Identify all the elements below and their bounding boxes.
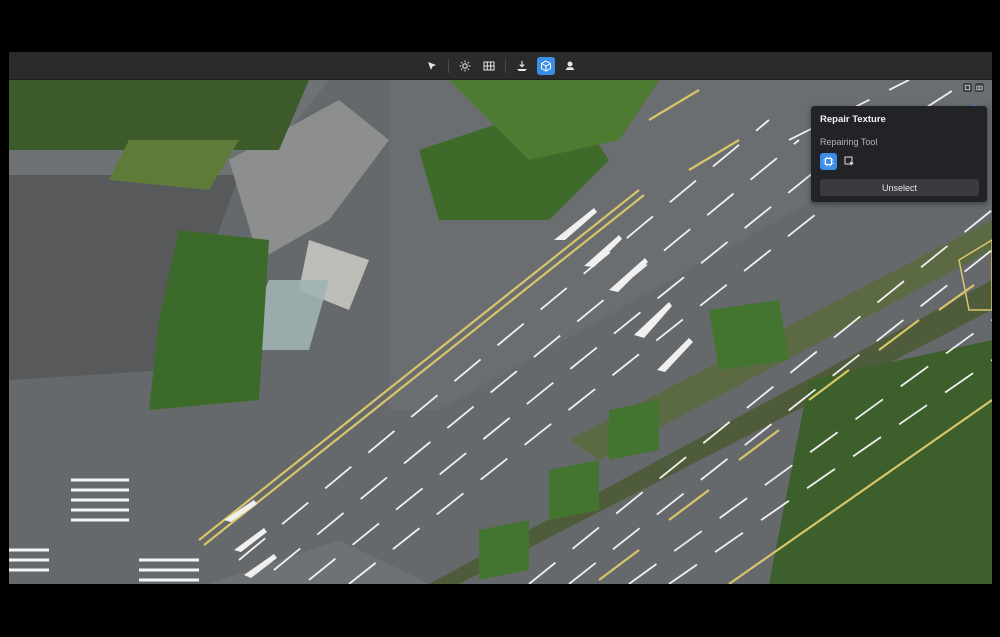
select-tool-button[interactable] (423, 57, 441, 75)
chip-tool-button[interactable] (820, 153, 837, 170)
chip-icon (823, 156, 834, 167)
toolbar-divider (504, 58, 506, 73)
model-tool-button[interactable] (561, 57, 579, 75)
view-mode-button[interactable] (963, 83, 972, 92)
camera-icon (976, 85, 983, 91)
repair-texture-tool-button[interactable] (536, 56, 555, 75)
cube-small-icon (964, 84, 971, 91)
mesh-tool-button[interactable] (480, 57, 498, 75)
app-window: Repair Texture Repairing Tool Unselect (9, 52, 992, 584)
cursor-arrow-icon (427, 61, 436, 70)
viewport-corner-controls (963, 83, 984, 92)
lighting-tool-button[interactable] (456, 57, 474, 75)
panel-title: Repair Texture (820, 114, 886, 125)
repair-tool-row (820, 153, 858, 170)
camera-settings-button[interactable] (975, 83, 984, 92)
repair-texture-panel: Repair Texture Repairing Tool Unselect (811, 106, 987, 202)
top-toolbar (9, 52, 992, 80)
stamp-icon (565, 61, 574, 70)
cube-icon (540, 59, 551, 72)
flatten-download-icon (516, 60, 527, 71)
flatten-tool-button[interactable] (513, 57, 531, 75)
select-area-icon (844, 156, 854, 166)
mesh-grid-icon (483, 61, 494, 70)
sun-icon (459, 60, 470, 71)
select-area-tool-button[interactable] (841, 153, 858, 170)
toolbar-divider (447, 58, 449, 73)
unselect-button[interactable]: Unselect (820, 179, 979, 196)
repairing-tool-label: Repairing Tool (820, 137, 878, 147)
